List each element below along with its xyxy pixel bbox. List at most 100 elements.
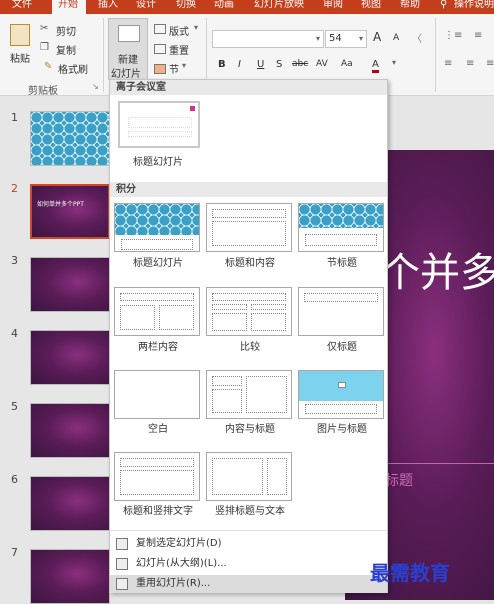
strikethrough-button[interactable]: abc: [292, 59, 308, 69]
placeholder: [121, 239, 193, 250]
underline-button[interactable]: U: [257, 59, 264, 70]
placeholder: [267, 458, 287, 495]
format-painter-button[interactable]: 格式刷: [58, 61, 88, 76]
shrink-font-button[interactable]: A: [393, 33, 399, 43]
placeholder: [120, 305, 155, 330]
shadow-button[interactable]: S: [276, 59, 282, 70]
layout-thumb-blank[interactable]: [114, 370, 200, 419]
layout-thumb-ion-title[interactable]: [118, 101, 200, 148]
placeholder: [120, 470, 194, 495]
italic-button[interactable]: I: [238, 59, 241, 70]
layout-thumb-picture-caption[interactable]: [298, 370, 384, 419]
layout-label: 标题和竖排文字: [123, 506, 193, 517]
layout-thumb-title-only[interactable]: [298, 287, 384, 336]
new-slide-dropdown: 离子会议室 标题幻灯片 积分 标题幻灯片 标题和内容 节标题 两栏内容 比较 仅…: [109, 79, 388, 593]
font-color-button[interactable]: A: [372, 59, 379, 73]
slide-number: 2: [11, 182, 18, 195]
change-case-button[interactable]: Aa: [341, 59, 353, 69]
slide-number: 3: [11, 254, 18, 267]
search-icon[interactable]: ⚲: [440, 0, 447, 14]
pattern-band: [299, 204, 383, 228]
font-size-dropdown[interactable]: 54 ▾: [325, 30, 367, 48]
menu-item-label: 幻灯片(从大纲)(L)...: [136, 558, 227, 569]
reuse-slides-menu-item[interactable]: 重用幻灯片(R)...: [110, 575, 387, 593]
tab-animations[interactable]: 动画: [214, 0, 234, 14]
bullets-icon[interactable]: ⋮≡: [444, 30, 462, 41]
layout-thumb-comparison[interactable]: [206, 287, 292, 336]
placeholder: [304, 293, 378, 302]
placeholder: [251, 313, 286, 331]
slide-thumbnail-3[interactable]: [30, 257, 110, 312]
tab-transitions[interactable]: 切换: [176, 0, 196, 14]
placeholder: [305, 404, 377, 414]
character-spacing-button[interactable]: AV: [316, 59, 328, 69]
paste-icon[interactable]: [10, 24, 30, 46]
clear-formatting-icon[interactable]: 〈: [412, 30, 422, 45]
tab-file[interactable]: 文件: [12, 0, 32, 14]
slide-thumbnail-6[interactable]: [30, 476, 110, 531]
layout-label: 标题幻灯片: [133, 258, 183, 269]
layout-thumb-title-vertical-text[interactable]: [114, 452, 200, 501]
placeholder: [246, 376, 287, 413]
group-divider: [103, 18, 104, 92]
placeholder: [212, 313, 247, 331]
tab-view[interactable]: 视图: [361, 0, 381, 14]
tab-help[interactable]: 帮助: [400, 0, 420, 14]
cut-button[interactable]: 剪切: [56, 23, 76, 38]
slides-from-outline-menu-item[interactable]: 幻灯片(从大纲)(L)...: [110, 555, 387, 573]
align-center-icon[interactable]: ≡: [466, 58, 474, 69]
tab-tell-me[interactable]: 操作说明: [454, 0, 494, 14]
grow-font-button[interactable]: A: [373, 30, 381, 44]
layout-thumb-content-caption[interactable]: [206, 370, 292, 419]
tab-review[interactable]: 审阅: [323, 0, 343, 14]
layout-thumb-two-content[interactable]: [114, 287, 200, 336]
tab-design[interactable]: 设计: [136, 0, 156, 14]
ribbon-tab-bar: 文件 开始 插入 设计 切换 动画 幻灯片放映 审阅 视图 帮助 ⚲ 操作说明: [0, 0, 494, 14]
section-button[interactable]: 节: [169, 61, 179, 76]
slide-thumbnail-2[interactable]: 如何单并多个PPT: [30, 184, 110, 239]
font-name-dropdown[interactable]: ▾: [212, 30, 324, 48]
bold-button[interactable]: B: [218, 59, 226, 70]
group-divider: [435, 18, 436, 92]
menu-divider: [110, 530, 387, 531]
layout-thumb-title-content[interactable]: [206, 203, 292, 252]
slide-thumbnail-4[interactable]: [30, 330, 110, 385]
placeholder: [212, 458, 263, 495]
reset-icon: [154, 44, 166, 54]
slide-thumbnail-1[interactable]: [30, 111, 110, 166]
layout-label: 仅标题: [327, 342, 357, 353]
copy-button[interactable]: 复制: [56, 42, 76, 57]
numbering-icon[interactable]: ≡: [474, 30, 482, 41]
new-slide-label-line2: 幻灯片: [111, 69, 141, 80]
slide-2-title: 如何单并多个PPT: [37, 201, 84, 208]
layout-button[interactable]: 版式: [169, 23, 189, 38]
tab-home[interactable]: 开始: [52, 0, 86, 14]
align-right-icon[interactable]: ≡: [486, 58, 494, 69]
new-slide-button[interactable]: 新建 幻灯片: [108, 18, 148, 80]
layout-label: 内容与标题: [225, 424, 275, 435]
layout-label: 节标题: [327, 258, 357, 269]
placeholder: [120, 293, 194, 301]
dialog-launcher-icon[interactable]: ↘: [92, 82, 99, 91]
accent-mark: [190, 106, 195, 111]
placeholder: [212, 221, 286, 246]
slide-title[interactable]: 个并多: [380, 240, 494, 298]
reset-button[interactable]: 重置: [169, 42, 189, 57]
clipboard-group-label: 剪贴板: [28, 86, 58, 97]
placeholder: [212, 389, 242, 413]
paste-button[interactable]: 粘贴: [10, 50, 30, 65]
slide-thumbnail-7[interactable]: [30, 549, 110, 604]
layout-thumb-title-slide[interactable]: [114, 203, 200, 252]
tab-slideshow[interactable]: 幻灯片放映: [254, 0, 304, 14]
slide-number: 5: [11, 400, 18, 413]
duplicate-slides-menu-item[interactable]: 复制选定幻灯片(D): [110, 535, 387, 553]
slide-subtitle[interactable]: 标题: [385, 470, 413, 490]
layout-thumb-vertical-title-text[interactable]: [206, 452, 292, 501]
placeholder: [159, 305, 194, 330]
align-left-icon[interactable]: ≡: [444, 58, 452, 69]
tab-insert[interactable]: 插入: [98, 0, 118, 14]
slide-thumbnail-pane: 1 2 如何单并多个PPT 3 4 5 6 7: [0, 96, 110, 604]
layout-thumb-section-header[interactable]: [298, 203, 384, 252]
slide-thumbnail-5[interactable]: [30, 403, 110, 458]
placeholder: [212, 209, 286, 218]
